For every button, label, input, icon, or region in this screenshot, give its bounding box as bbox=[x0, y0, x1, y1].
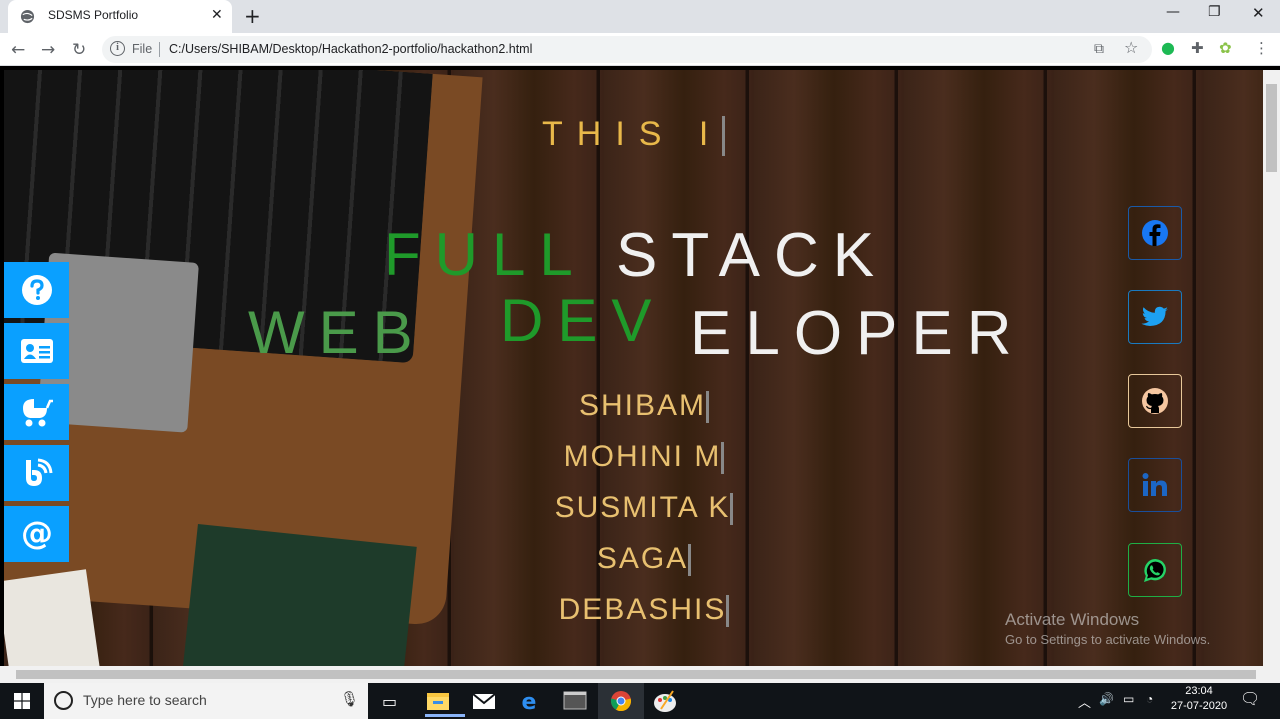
extensions-puzzle-icon[interactable]: ✚ bbox=[1191, 39, 1204, 57]
notebook-background-image bbox=[4, 569, 102, 666]
svg-text:@: @ bbox=[21, 517, 53, 551]
facebook-button[interactable] bbox=[1128, 206, 1182, 260]
sidebar-help-button[interactable] bbox=[4, 262, 69, 318]
browser-tab[interactable]: SDSMS Portfolio ✕ bbox=[8, 0, 232, 33]
contact-card-icon bbox=[21, 339, 53, 363]
twitter-icon bbox=[1141, 306, 1168, 326]
notifications-icon[interactable]: 🗨 bbox=[1240, 689, 1260, 709]
intro-typing-text: THIS I bbox=[542, 115, 726, 157]
restore-button[interactable]: ❐ bbox=[1208, 4, 1221, 20]
vertical-scroll-thumb[interactable] bbox=[1266, 84, 1277, 172]
file-explorer-icon[interactable] bbox=[425, 687, 465, 717]
back-arrow-icon[interactable]: ← bbox=[11, 40, 25, 60]
watermark-subtitle: Go to Settings to activate Windows. bbox=[1005, 632, 1211, 647]
cortana-icon bbox=[54, 691, 73, 710]
linkedin-icon bbox=[1142, 473, 1167, 496]
close-window-button[interactable]: ✕ bbox=[1252, 4, 1265, 22]
twitter-button[interactable] bbox=[1128, 290, 1182, 344]
horizontal-scroll-thumb[interactable] bbox=[16, 670, 1256, 679]
whatsapp-icon bbox=[1144, 559, 1166, 582]
team-name-item: SHIBAM bbox=[484, 380, 804, 431]
question-icon bbox=[22, 275, 52, 305]
vertical-scrollbar[interactable] bbox=[1263, 70, 1280, 666]
typing-cursor bbox=[706, 391, 710, 424]
windows-start-icon[interactable] bbox=[14, 693, 30, 709]
headline-web: WEB bbox=[248, 299, 427, 366]
headline-eloper: ELOPER bbox=[690, 299, 1026, 368]
team-name-item: MOHINI M bbox=[484, 431, 804, 482]
clock[interactable]: 23:04 27-07-2020 bbox=[1168, 685, 1230, 712]
github-icon bbox=[1142, 388, 1168, 414]
omnibox-divider bbox=[159, 42, 160, 57]
team-names-list: SHIBAM MOHINI M SUSMITA K SAGA DEBASHIS bbox=[484, 380, 804, 635]
chrome-icon bbox=[610, 691, 632, 712]
github-button[interactable] bbox=[1128, 374, 1182, 428]
tab-title: SDSMS Portfolio bbox=[48, 8, 139, 22]
search-placeholder: Type here to search bbox=[83, 692, 207, 708]
terminal-icon[interactable] bbox=[563, 687, 603, 717]
bookmark-star-icon[interactable]: ☆ bbox=[1124, 38, 1138, 57]
translate-icon[interactable]: ⧉ bbox=[1094, 41, 1104, 57]
horizontal-scrollbar[interactable] bbox=[0, 666, 1280, 683]
at-icon: @ bbox=[21, 517, 53, 551]
paint-icon[interactable] bbox=[651, 687, 691, 717]
forward-arrow-icon[interactable]: → bbox=[41, 40, 55, 60]
browser-toolbar: ← → ↻ i File C:/Users/SHIBAM/Desktop/Hac… bbox=[0, 33, 1280, 66]
typing-cursor bbox=[730, 493, 734, 526]
portfolio-page: THIS I FULL STACK WEB DEV ELOPER SHIBAM … bbox=[4, 70, 1263, 666]
team-name-item: DEBASHIS bbox=[484, 584, 804, 635]
blog-icon bbox=[26, 458, 53, 486]
svg-text:e: e bbox=[522, 690, 537, 715]
new-tab-button[interactable]: + bbox=[244, 4, 261, 28]
team-name-item: SUSMITA K bbox=[484, 482, 804, 533]
tray-chevron-icon[interactable]: ︿ bbox=[1078, 692, 1091, 711]
address-bar[interactable]: i File C:/Users/SHIBAM/Desktop/Hackathon… bbox=[102, 36, 1152, 63]
headline-stack: STACK bbox=[616, 221, 889, 290]
intro-text: THIS I bbox=[542, 115, 723, 153]
watermark-title: Activate Windows bbox=[1005, 610, 1140, 629]
minimize-button[interactable]: — bbox=[1166, 4, 1180, 20]
clock-time: 23:04 bbox=[1185, 685, 1213, 697]
url-text[interactable]: C:/Users/SHIBAM/Desktop/Hackathon2-portf… bbox=[169, 42, 532, 56]
book-background-image bbox=[181, 523, 417, 666]
extension-green-icon[interactable]: ● bbox=[1161, 38, 1175, 57]
file-label: File bbox=[132, 42, 153, 56]
task-view-icon[interactable]: ▭ bbox=[378, 687, 418, 717]
baby-carriage-icon bbox=[23, 399, 53, 427]
battery-icon[interactable]: ▭ bbox=[1123, 692, 1134, 706]
windows-taskbar: Type here to search 🎙 ▭ e ︿ 🔊 ▭ ◔ 23:04 … bbox=[0, 683, 1280, 719]
reload-icon[interactable]: ↻ bbox=[72, 40, 86, 60]
menu-dots-icon[interactable]: ⋮ bbox=[1254, 39, 1269, 57]
tab-close-icon[interactable]: ✕ bbox=[211, 7, 223, 23]
typing-cursor bbox=[722, 116, 726, 157]
typing-cursor bbox=[688, 544, 692, 577]
microphone-icon[interactable]: 🎙 bbox=[340, 690, 359, 708]
tab-strip: SDSMS Portfolio ✕ + — ❐ ✕ bbox=[0, 0, 1280, 33]
volume-icon[interactable]: 🔊 bbox=[1099, 692, 1114, 706]
profile-avatar-icon[interactable]: ✿ bbox=[1219, 39, 1232, 57]
linkedin-button[interactable] bbox=[1128, 458, 1182, 512]
whatsapp-button[interactable] bbox=[1128, 543, 1182, 597]
edge-icon[interactable]: e bbox=[518, 687, 558, 717]
sidebar-carriage-button[interactable] bbox=[4, 384, 69, 440]
chrome-taskbar-active[interactable] bbox=[598, 683, 644, 719]
facebook-icon bbox=[1142, 220, 1168, 246]
sidebar-email-button[interactable]: @ bbox=[4, 506, 69, 562]
taskbar-search-box[interactable]: Type here to search 🎙 bbox=[44, 683, 368, 719]
typing-cursor bbox=[726, 595, 730, 628]
sidebar-blog-button[interactable] bbox=[4, 445, 69, 501]
team-name-item: SAGA bbox=[484, 533, 804, 584]
info-icon[interactable]: i bbox=[110, 41, 125, 56]
mail-icon[interactable] bbox=[471, 687, 511, 717]
globe-icon bbox=[20, 9, 35, 24]
wifi-icon[interactable]: ◔ bbox=[1146, 692, 1153, 706]
sidebar-contact-button[interactable] bbox=[4, 323, 69, 379]
headline-dev: DEV bbox=[500, 287, 666, 354]
windows-activation-watermark: Activate Windows Go to Settings to activ… bbox=[1005, 610, 1210, 647]
headline-full: FULL bbox=[384, 221, 587, 288]
typing-cursor bbox=[721, 442, 725, 475]
clock-date: 27-07-2020 bbox=[1170, 700, 1228, 712]
